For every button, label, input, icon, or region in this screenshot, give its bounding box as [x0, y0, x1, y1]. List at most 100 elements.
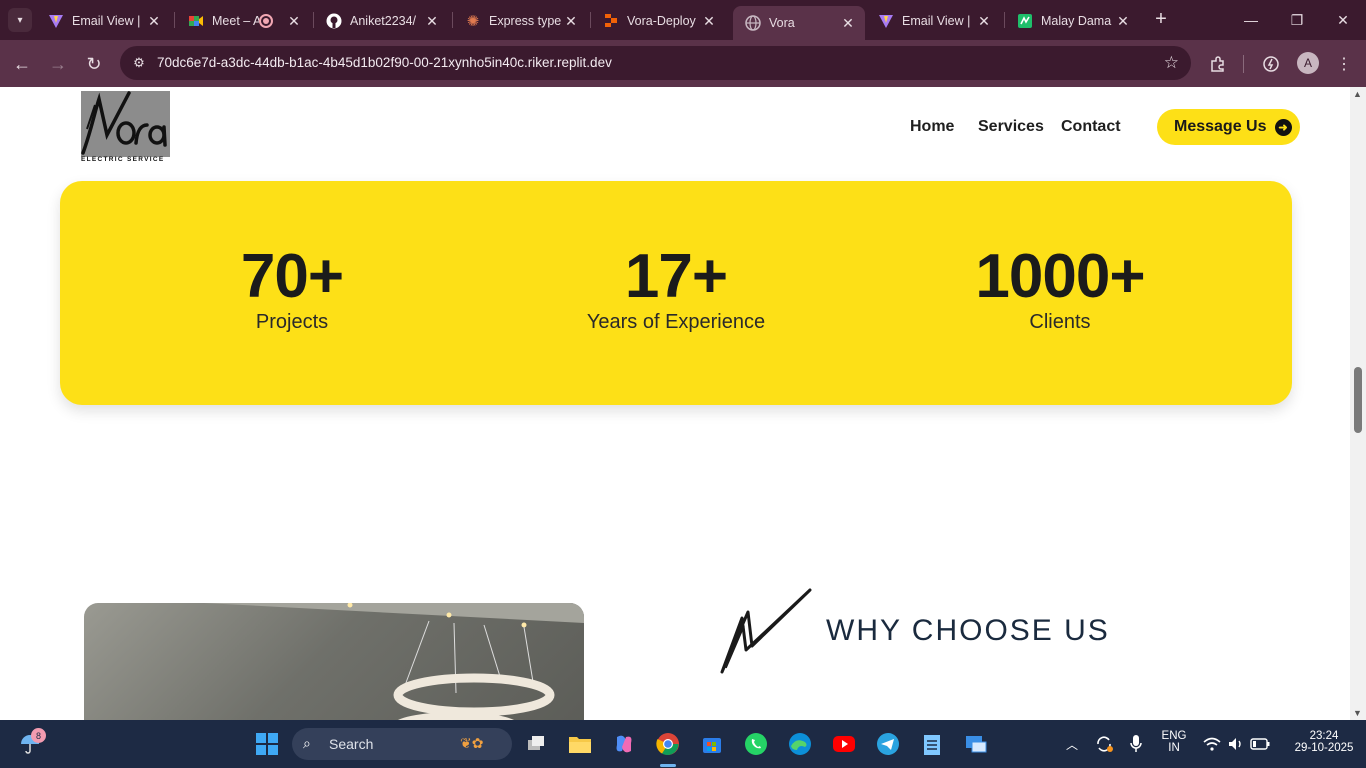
whatsapp-icon[interactable]: [740, 728, 772, 760]
clock[interactable]: 23:24 29-10-2025: [1282, 730, 1366, 754]
bookmark-star-icon[interactable]: ☆: [1164, 53, 1179, 73]
search-highlight-image: ❦✿: [460, 735, 484, 751]
lighting-photo: [84, 603, 584, 720]
edge-icon[interactable]: [784, 728, 816, 760]
microphone-icon[interactable]: [1120, 728, 1152, 760]
tab-title: Aniket2234/: [350, 14, 417, 28]
back-button[interactable]: ←: [10, 52, 34, 76]
telegram-icon[interactable]: [872, 728, 904, 760]
menu-kebab-icon[interactable]: ⋮: [1332, 52, 1356, 76]
tab-replit[interactable]: Vora-Deploy ✕: [591, 6, 726, 36]
close-icon[interactable]: ✕: [285, 13, 303, 30]
microsoft-store-icon[interactable]: [696, 728, 728, 760]
clock-time: 23:24: [1309, 730, 1339, 742]
scroll-down-arrow-icon[interactable]: ▼: [1353, 708, 1362, 718]
weather-badge: 8: [31, 728, 46, 743]
scroll-up-arrow-icon[interactable]: ▲: [1353, 89, 1362, 99]
close-icon[interactable]: ✕: [975, 13, 993, 30]
new-tab-button[interactable]: +: [1150, 8, 1172, 30]
tab-search-button[interactable]: ▾: [8, 8, 32, 32]
globe-icon: [745, 15, 761, 31]
vite-icon: [48, 13, 64, 29]
windows-taskbar: 8 ⌕ Search ❦✿ ︿ ENG IN 23:24 29-10-2025: [0, 720, 1366, 768]
taskbar-search[interactable]: ⌕ Search ❦✿: [292, 728, 512, 760]
tab-title: Malay Dama: [1041, 14, 1112, 28]
stat-number: 17+: [624, 242, 728, 311]
youtube-icon[interactable]: [828, 728, 860, 760]
stat-number: 70+: [240, 242, 344, 311]
file-explorer-icon[interactable]: [564, 728, 596, 760]
reload-button[interactable]: ↻: [82, 52, 106, 76]
tab-title: Express type: [489, 14, 562, 28]
close-icon[interactable]: ✕: [1114, 13, 1132, 30]
stat-years: 17+ Years of Experience: [486, 241, 866, 334]
stat-label: Years of Experience: [586, 311, 766, 333]
close-icon[interactable]: ✕: [423, 13, 441, 30]
battery-icon[interactable]: [1244, 728, 1276, 760]
tab-google-meet[interactable]: Meet – A ✕: [176, 6, 311, 36]
page-viewport: ELECTRIC SERVICE Home Services Contact M…: [0, 87, 1350, 720]
extensions-icon[interactable]: [1206, 52, 1230, 76]
close-icon[interactable]: ✕: [839, 15, 857, 32]
vora-logo[interactable]: [81, 91, 170, 157]
show-hidden-icons-chevron-icon[interactable]: ︿: [1056, 728, 1088, 760]
search-placeholder: Search: [329, 736, 374, 752]
chrome-icon[interactable]: [652, 728, 684, 760]
tab-vora-active[interactable]: Vora ✕: [733, 6, 865, 40]
stat-label: Projects: [255, 311, 329, 333]
stat-number: 1000+: [975, 242, 1145, 311]
message-us-label: Message Us: [1174, 118, 1267, 135]
tab-separator: [174, 12, 175, 28]
forward-button[interactable]: →: [46, 52, 70, 76]
language-indicator[interactable]: ENG IN: [1156, 730, 1192, 754]
tab-title: Vora: [769, 16, 795, 30]
close-icon[interactable]: ✕: [562, 13, 580, 30]
task-view-icon[interactable]: [520, 728, 552, 760]
restore-button[interactable]: ❐: [1274, 6, 1320, 34]
claude-icon: ✺: [466, 13, 480, 30]
replit-icon: [603, 13, 619, 29]
site-info-icon[interactable]: ⚙: [130, 54, 148, 72]
lightning-bolt-icon: [720, 588, 812, 674]
active-app-indicator: [660, 764, 676, 767]
close-icon[interactable]: ✕: [145, 13, 163, 30]
stats-panel: 70+ Projects 17+ Years of Experience 100…: [60, 181, 1292, 405]
page-scrollbar[interactable]: ▲ ▼: [1350, 87, 1366, 720]
stat-clients: 1000+ Clients: [870, 241, 1250, 334]
why-choose-us-heading: WHY CHOOSE US: [826, 614, 1110, 647]
minimize-button[interactable]: —: [1228, 6, 1274, 34]
profile-avatar[interactable]: A: [1297, 52, 1319, 74]
tab-title: Email View |: [72, 14, 141, 28]
tab-github[interactable]: Aniket2234/ ✕: [314, 6, 449, 36]
notepad-icon[interactable]: [916, 728, 948, 760]
tab-malay[interactable]: Malay Dama ✕: [1005, 6, 1140, 36]
remote-desktop-icon[interactable]: [960, 728, 992, 760]
close-window-button[interactable]: ✕: [1320, 6, 1366, 34]
message-us-button[interactable]: Message Us ➜: [1157, 109, 1300, 145]
nav-contact[interactable]: Contact: [1061, 118, 1121, 136]
nav-services[interactable]: Services: [978, 118, 1044, 136]
tab-claude[interactable]: ✺ Express type ✕: [453, 6, 588, 36]
logo-caption: ELECTRIC SERVICE: [81, 156, 165, 163]
address-bar[interactable]: ⚙ 70dc6e7d-a3dc-44db-b1ac-4b45d1b02f90-0…: [120, 46, 1191, 80]
browser-toolbar: ← → ↻ ⚙ 70dc6e7d-a3dc-44db-b1ac-4b45d1b0…: [0, 40, 1366, 87]
tab-email-view-2[interactable]: Email View | ✕: [866, 6, 1001, 36]
start-button[interactable]: [251, 728, 283, 760]
performance-icon[interactable]: [1259, 52, 1283, 76]
arrow-right-icon: ➜: [1274, 118, 1292, 136]
nav-home[interactable]: Home: [910, 118, 954, 136]
language-region: IN: [1168, 742, 1180, 754]
copilot-icon[interactable]: [608, 728, 640, 760]
toolbar-divider: [1243, 55, 1244, 73]
url-text[interactable]: 70dc6e7d-a3dc-44db-b1ac-4b45d1b02f90-00-…: [157, 55, 612, 70]
tab-title: Email View |: [902, 14, 971, 28]
close-icon[interactable]: ✕: [700, 13, 718, 30]
windows-logo-icon: [256, 733, 278, 755]
sync-status-icon[interactable]: [1088, 728, 1120, 760]
search-icon: ⌕: [303, 735, 311, 751]
scroll-thumb[interactable]: [1354, 367, 1362, 433]
github-icon: [326, 13, 342, 29]
clock-date: 29-10-2025: [1294, 742, 1354, 754]
google-meet-icon: [188, 13, 204, 29]
tab-email-view[interactable]: Email View | ✕: [36, 6, 171, 36]
